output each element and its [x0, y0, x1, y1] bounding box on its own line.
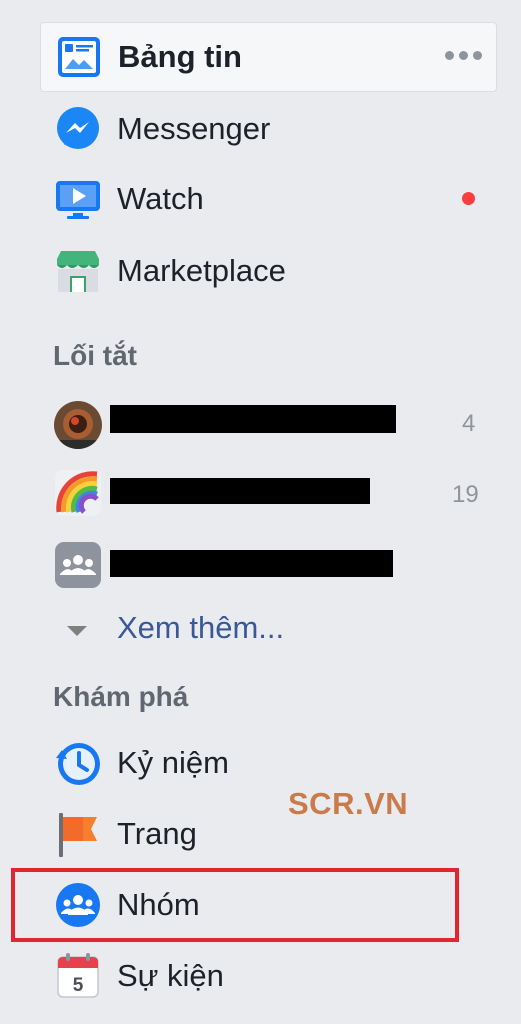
avatar-icon — [52, 399, 104, 451]
sidebar-item-messenger[interactable]: Messenger — [40, 96, 497, 162]
group-avatar-icon — [52, 539, 104, 591]
redaction-bar — [110, 550, 393, 577]
see-more-link[interactable]: Xem thêm... — [117, 610, 284, 646]
rainbow-icon — [52, 467, 104, 519]
calendar-day: 5 — [73, 975, 84, 996]
sidebar-item-label: Watch — [117, 181, 204, 216]
watermark: SCR.VN — [288, 786, 409, 821]
highlight-box — [11, 868, 459, 942]
watch-icon — [52, 173, 104, 225]
redaction-bar — [110, 405, 396, 433]
shortcut-count: 4 — [462, 410, 476, 437]
calendar-icon: 5 — [52, 950, 104, 1002]
section-title-shortcuts: Lối tắt — [53, 340, 137, 371]
redaction-bar — [110, 478, 370, 504]
shortcut-count: 19 — [452, 481, 479, 508]
sidebar-item-label: Sự kiện — [117, 958, 224, 993]
sidebar-item-label: Kỷ niệm — [117, 745, 229, 780]
sidebar-item-news-feed[interactable]: Bảng tin — [40, 22, 497, 92]
section-title-explore: Khám phá — [53, 681, 189, 712]
sidebar-item-watch[interactable]: Watch — [40, 166, 497, 232]
sidebar-item-events[interactable]: 5 Sự kiện — [40, 943, 497, 1009]
messenger-icon — [52, 103, 104, 155]
sidebar-item-label: Trang — [117, 816, 197, 851]
flag-icon — [52, 808, 104, 860]
news-feed-icon — [53, 31, 105, 83]
sidebar-item-pages[interactable]: Trang — [40, 801, 497, 867]
sidebar-item-label: Bảng tin — [118, 39, 242, 74]
notification-dot — [462, 192, 475, 205]
marketplace-icon — [52, 245, 104, 297]
memories-icon — [52, 737, 104, 789]
chevron-down-icon — [67, 626, 87, 636]
sidebar-item-memories[interactable]: Kỷ niệm — [40, 730, 497, 796]
more-options-icon[interactable] — [445, 51, 482, 60]
sidebar-item-marketplace[interactable]: Marketplace — [40, 238, 497, 304]
sidebar-item-label: Marketplace — [117, 253, 286, 288]
sidebar-item-label: Messenger — [117, 111, 271, 146]
